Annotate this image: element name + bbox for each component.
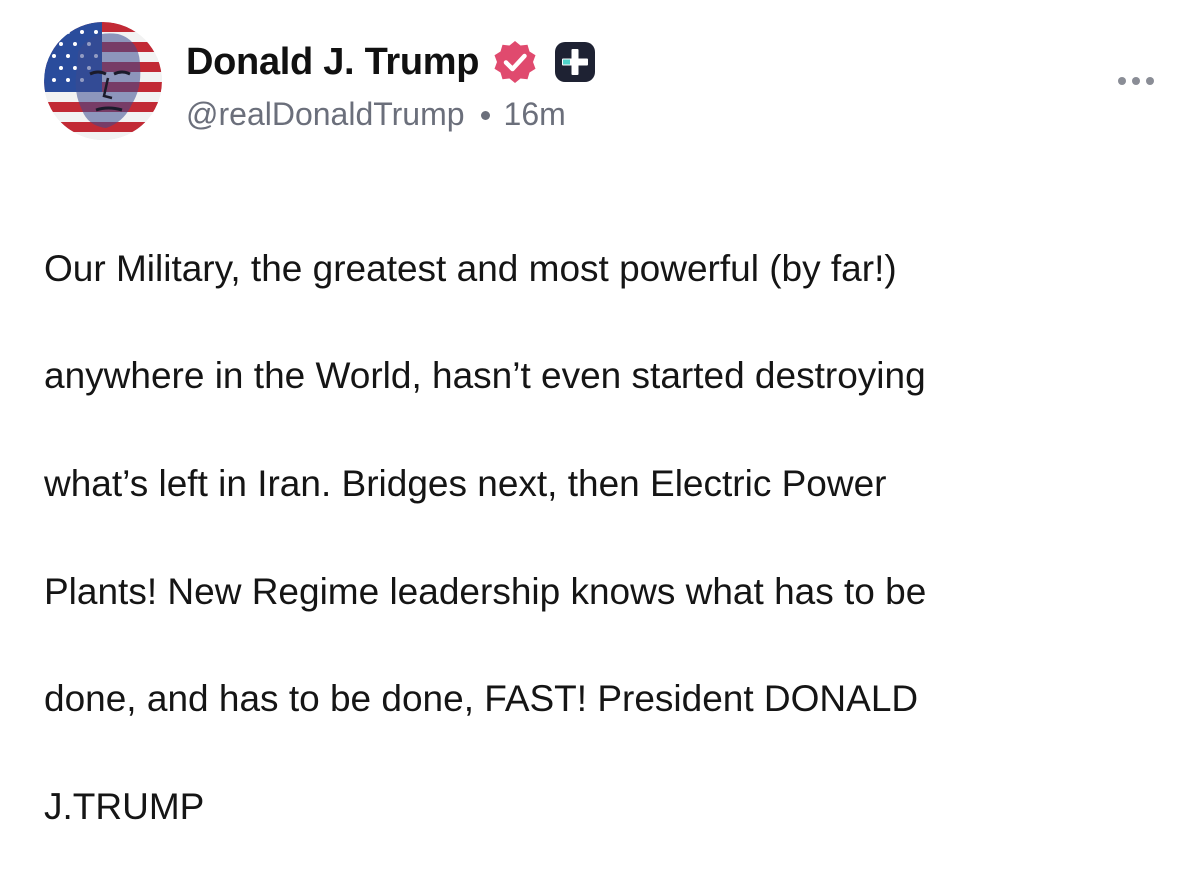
post-text-line: J.TRUMP — [44, 785, 205, 827]
author-meta-row: @realDonaldTrump 16m — [186, 92, 566, 136]
post-timestamp[interactable]: 16m — [504, 96, 566, 133]
post-card: Donald J. Trump @realDonaldTrump 16m Our… — [0, 0, 1200, 827]
author-row: Donald J. Trump — [186, 34, 599, 90]
post-body: Our Military, the greatest and most powe… — [44, 188, 1154, 887]
post-text-line: Plants! New Regime leadership knows what… — [44, 570, 927, 612]
separator-dot — [480, 110, 490, 120]
verified-badge-icon — [491, 38, 539, 86]
avatar-image — [44, 22, 162, 140]
post-text-line: done, and has to be done, FAST! Presiden… — [44, 678, 919, 720]
more-options-icon — [1118, 77, 1126, 85]
more-options-icon — [1132, 77, 1140, 85]
author-display-name[interactable]: Donald J. Trump — [186, 41, 480, 84]
post-text-line: what’s left in Iran. Bridges next, then … — [44, 462, 887, 504]
avatar[interactable] — [44, 22, 162, 140]
author-handle[interactable]: @realDonaldTrump — [186, 96, 465, 133]
post-text-line: anywhere in the World, hasn’t even start… — [44, 355, 926, 397]
plus-badge-icon — [551, 38, 599, 86]
more-options-button[interactable] — [1112, 66, 1160, 96]
more-options-icon — [1146, 77, 1154, 85]
post-text-line: Our Military, the greatest and most powe… — [44, 247, 897, 289]
